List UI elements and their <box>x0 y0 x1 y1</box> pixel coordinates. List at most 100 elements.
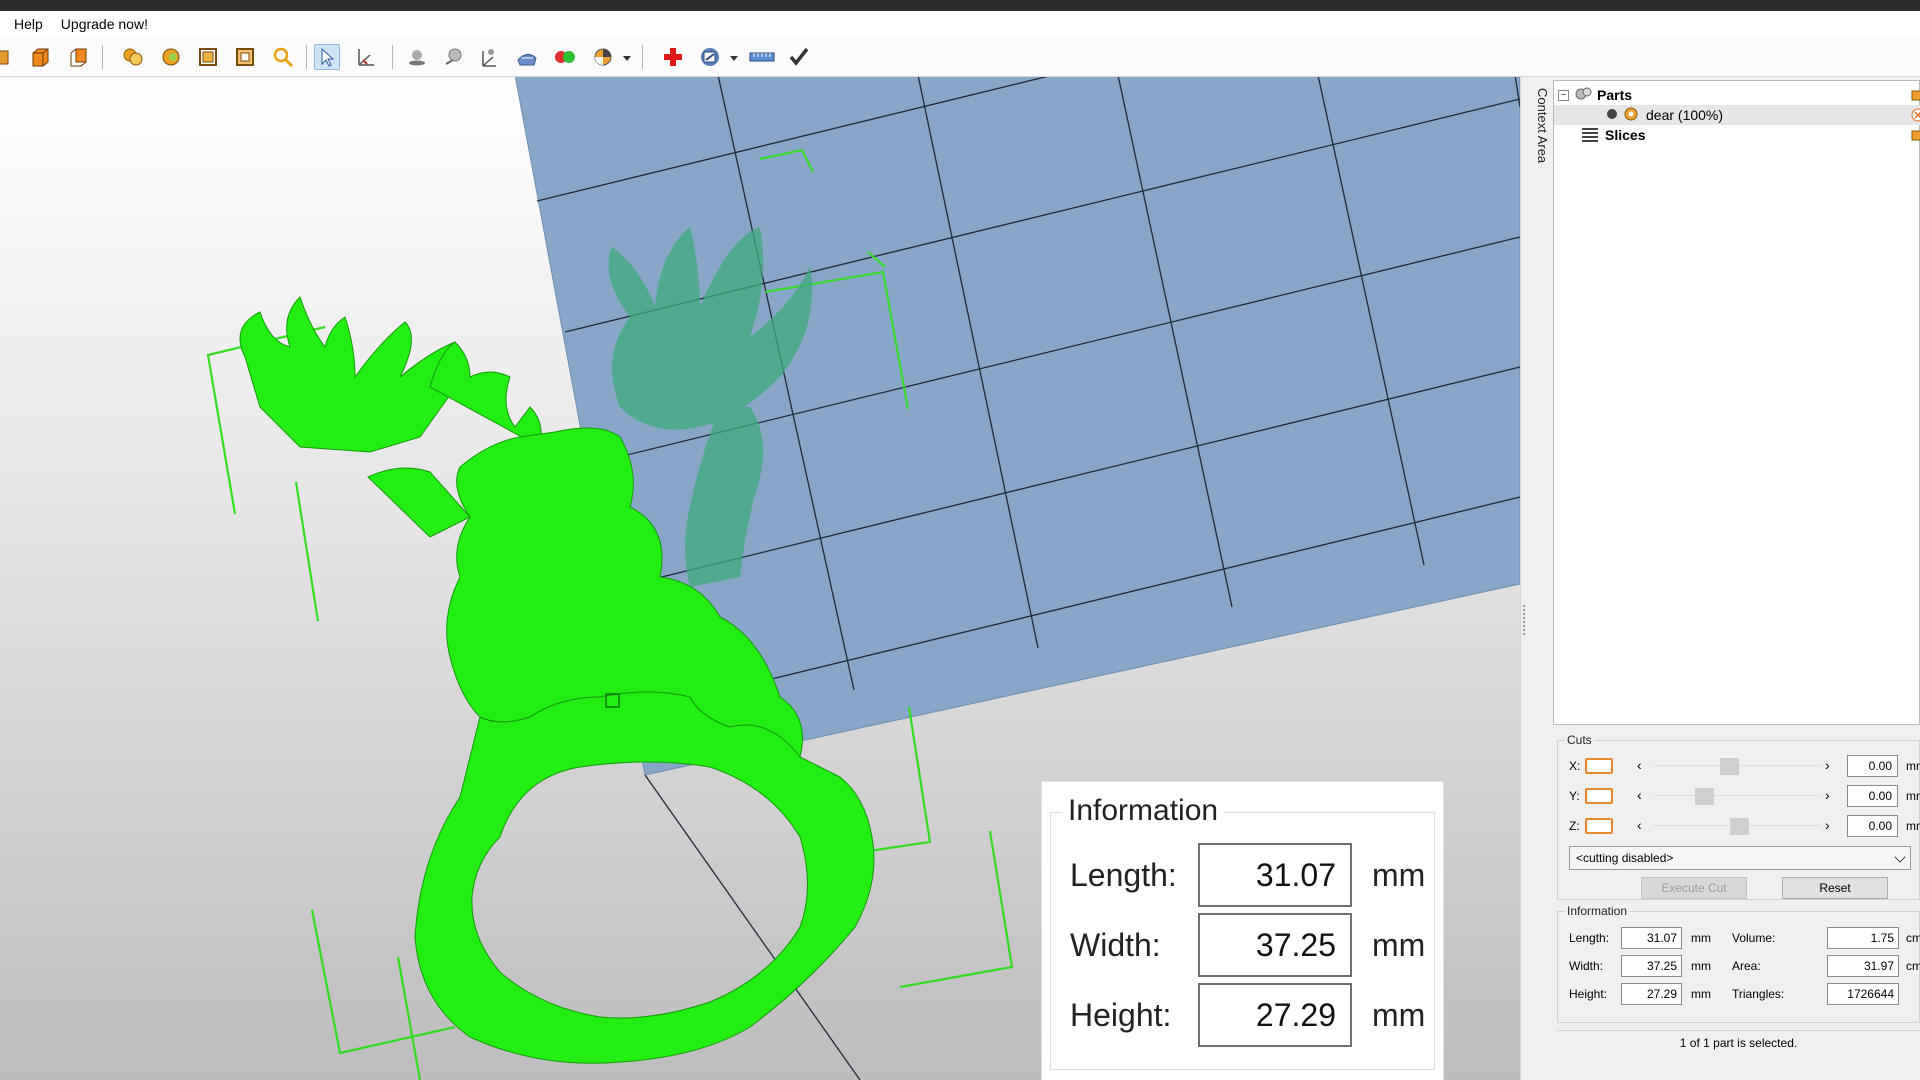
box-edit-icon[interactable] <box>232 44 258 70</box>
context-area-label[interactable]: Context Area <box>1530 88 1550 178</box>
box-side-icon[interactable] <box>0 44 16 70</box>
cut-x-axis-label: X: <box>1569 759 1581 773</box>
tree-part-label: dear (100%) <box>1646 107 1724 123</box>
ball-shadow-icon[interactable] <box>441 44 467 70</box>
add-red-cross-icon[interactable] <box>660 44 686 70</box>
marker-icon[interactable] <box>476 44 502 70</box>
cut-y-decrease-icon[interactable]: ‹ <box>1637 787 1642 803</box>
cut-z-increase-icon[interactable]: › <box>1825 817 1830 833</box>
parts-folder-icon <box>1575 86 1593 105</box>
part-visibility-eye-icon[interactable] <box>1624 107 1638 124</box>
box-front-icon[interactable] <box>27 44 53 70</box>
info-row-1: Length: 31.07 mm Volume: 1.75 cm³ <box>1569 927 1920 949</box>
cut-x-decrease-icon[interactable]: ‹ <box>1637 757 1642 773</box>
cut-y-increase-icon[interactable]: › <box>1825 787 1830 803</box>
overlay-length-label: Length: <box>1070 856 1177 893</box>
overlay-height-label: Height: <box>1070 996 1172 1033</box>
selection-status: 1 of 1 part is selected. <box>1557 1030 1920 1054</box>
overlay-height-unit: mm <box>1372 996 1426 1033</box>
cut-x-value[interactable]: 0.00 <box>1847 755 1898 777</box>
cut-z-axis-label: Z: <box>1569 819 1580 833</box>
overlay-length-row: Length: 31.07 mm <box>1070 843 1425 907</box>
info-row-3: Height: 27.29 mm Triangles: 1726644 <box>1569 983 1917 1005</box>
box-back-icon[interactable] <box>65 44 91 70</box>
window-title-bar <box>0 0 1920 11</box>
toolbar-separator <box>642 45 643 69</box>
cut-z-slider-thumb[interactable] <box>1730 818 1750 835</box>
ball-pie-dropdown-icon[interactable] <box>623 56 631 61</box>
cut-y-axis-label: Y: <box>1569 789 1580 803</box>
view-dropdown-arrow-icon[interactable] <box>730 56 738 61</box>
cut-y-value[interactable]: 0.00 <box>1847 785 1898 807</box>
menu-help[interactable]: Help <box>14 14 43 34</box>
information-overlay: Information Length: 31.07 mm Width: 37.2… <box>1041 781 1444 1080</box>
part-remove-icon[interactable] <box>1911 108 1920 125</box>
cuts-group-title: Cuts <box>1565 733 1594 747</box>
overlay-width-value: 37.25 <box>1198 913 1352 977</box>
info-height-value: 27.29 <box>1621 983 1682 1005</box>
dot-shadow-icon[interactable] <box>404 44 430 70</box>
overlay-height-row: Height: 27.29 mm <box>1070 983 1426 1047</box>
slices-add-icon[interactable] <box>1911 128 1920 145</box>
cut-y-row: Y: ‹ › 0.00 mm <box>1569 785 1920 807</box>
two-spheres-icon[interactable] <box>552 44 578 70</box>
cut-y-slider-track[interactable] <box>1653 795 1821 796</box>
cut-z-toggle[interactable] <box>1585 818 1613 834</box>
parts-add-icon[interactable] <box>1911 88 1920 105</box>
box-wire-icon[interactable] <box>195 44 221 70</box>
cut-z-row: Z: ‹ › 0.00 mm <box>1569 815 1920 837</box>
properties-panel: Cuts X: ‹ › 0.00 mm Y: ‹ › 0.00 mm Z: ‹ … <box>1553 728 1920 1080</box>
slices-stack-icon <box>1581 126 1599 145</box>
info-row-2: Width: 37.25 mm Area: 31.97 cm² <box>1569 955 1920 977</box>
3d-viewport[interactable]: Information Length: 31.07 mm Width: 37.2… <box>0 77 1520 1080</box>
execute-cut-button[interactable]: Execute Cut <box>1641 877 1747 899</box>
cut-z-value[interactable]: 0.00 <box>1847 815 1898 837</box>
cut-x-unit: mm <box>1906 759 1920 773</box>
cut-x-row: X: ‹ › 0.00 mm <box>1569 755 1920 777</box>
info-volume-value: 1.75 <box>1827 927 1899 949</box>
tree-item-parts[interactable]: − Parts <box>1554 85 1920 105</box>
axis-tool-icon[interactable] <box>352 44 378 70</box>
context-area-strip[interactable] <box>1520 77 1553 1080</box>
tree-item-slices[interactable]: Slices <box>1554 125 1920 145</box>
cut-x-increase-icon[interactable]: › <box>1825 757 1830 773</box>
sphere-color-icon[interactable] <box>120 44 146 70</box>
surface-icon[interactable] <box>514 44 540 70</box>
info-triangles-label: Triangles: <box>1732 987 1785 1001</box>
check-icon[interactable] <box>786 44 812 70</box>
panel-splitter-handle[interactable] <box>1523 605 1526 635</box>
info-width-label: Width: <box>1569 959 1604 973</box>
cut-z-decrease-icon[interactable]: ‹ <box>1637 817 1642 833</box>
info-length-label: Length: <box>1569 931 1610 945</box>
cut-mode-value: <cutting disabled> <box>1576 851 1674 865</box>
info-volume-unit: cm³ <box>1906 931 1920 945</box>
information-group-title: Information <box>1565 904 1630 918</box>
ruler-icon[interactable] <box>749 44 775 70</box>
cut-x-slider-thumb[interactable] <box>1720 758 1740 775</box>
cut-z-unit: mm <box>1906 819 1920 833</box>
select-arrow-icon[interactable] <box>314 44 340 70</box>
parts-tree[interactable]: − Parts dear (100%) Slices <box>1553 80 1920 725</box>
cut-y-slider-thumb[interactable] <box>1694 788 1714 805</box>
magnifier-icon[interactable] <box>270 44 296 70</box>
overlay-width-unit: mm <box>1372 926 1426 963</box>
cut-y-toggle[interactable] <box>1585 788 1613 804</box>
view-dropdown-icon[interactable] <box>697 44 723 70</box>
overlay-length-value: 31.07 <box>1198 843 1352 907</box>
info-height-unit: mm <box>1691 987 1711 1001</box>
sphere-icon[interactable] <box>158 44 184 70</box>
cut-y-unit: mm <box>1906 789 1920 803</box>
toolbar-separator <box>102 45 103 69</box>
info-area-value: 31.97 <box>1827 955 1899 977</box>
menu-upgrade-now[interactable]: Upgrade now! <box>61 14 148 34</box>
collapse-toggle-icon[interactable]: − <box>1558 89 1569 101</box>
cut-x-toggle[interactable] <box>1585 758 1613 774</box>
reset-button[interactable]: Reset <box>1782 877 1888 899</box>
tree-item-part[interactable]: dear (100%) <box>1554 105 1920 125</box>
info-height-label: Height: <box>1569 987 1608 1001</box>
main-toolbar <box>0 37 1920 77</box>
overlay-height-value: 27.29 <box>1198 983 1352 1047</box>
cut-mode-select[interactable]: <cutting disabled> <box>1569 846 1911 870</box>
info-length-unit: mm <box>1691 931 1711 945</box>
ball-pie-icon[interactable] <box>590 44 616 70</box>
